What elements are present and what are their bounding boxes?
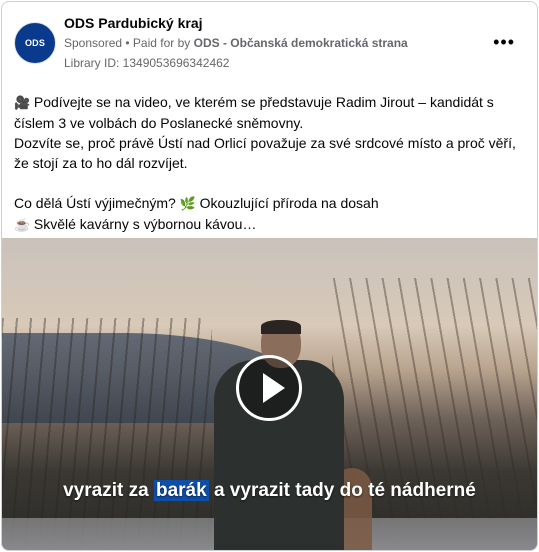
page-name-link[interactable]: ODS Pardubický kraj (64, 15, 203, 31)
body-line-1: Podívejte se na video, ve kterém se před… (14, 94, 494, 131)
body-line-2: Dozvíte se, proč právě Ústí nad Orlicí p… (14, 135, 516, 171)
body-line-4: Skvělé kavárny s výbornou kávou… (33, 216, 257, 232)
plant-icon: 🌿 (179, 196, 196, 211)
sponsored-meta: Sponsored • Paid for by ODS - Občanská d… (64, 36, 408, 50)
paid-for-prefix: • Paid for by (122, 36, 194, 50)
ad-post-card: ODS ODS Pardubický kraj Sponsored • Paid… (1, 1, 538, 551)
library-id: Library ID: 1349053696342462 (64, 56, 230, 70)
video-caption: vyrazit za barák a vyrazit tady do té ná… (2, 480, 537, 502)
caption-after: a vyrazit tady do té nádherné (208, 480, 476, 501)
page-avatar[interactable]: ODS (14, 22, 56, 64)
coffee-icon: ☕ (14, 217, 31, 232)
caption-before: vyrazit za (63, 480, 154, 501)
video-trees-left (2, 318, 212, 550)
body-line-3b: Okouzlující příroda na dosah (199, 195, 379, 211)
avatar-logo-text: ODS (24, 38, 46, 48)
post-body-text: 🎥 Podívejte se na video, ve kterém se př… (14, 92, 529, 235)
paid-for-by-link[interactable]: ODS - Občanská demokratická strana (194, 36, 408, 50)
body-paragraph-3: Co dělá Ústí výjimečným? 🌿 Okouzlující p… (14, 193, 529, 214)
video-person (214, 320, 344, 550)
body-line-3a: Co dělá Ústí výjimečným? (14, 195, 176, 211)
video-camera-icon: 🎥 (14, 95, 31, 110)
caption-highlight-word: barák (153, 480, 209, 501)
video-player[interactable]: vyrazit za barák a vyrazit tady do té ná… (2, 238, 537, 550)
body-paragraph-1: 🎥 Podívejte se na video, ve kterém se př… (14, 92, 529, 133)
more-options-button[interactable]: ••• (493, 32, 515, 53)
play-icon[interactable] (236, 355, 302, 421)
sponsored-label: Sponsored (64, 36, 123, 50)
body-paragraph-4: ☕ Skvělé kavárny s výbornou kávou… (14, 214, 529, 235)
